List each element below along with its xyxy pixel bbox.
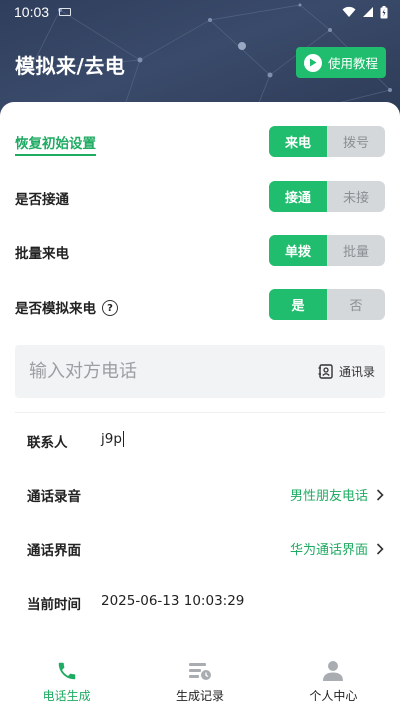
recording-selector[interactable]: 男性朋友电话 <box>290 485 384 504</box>
tab-label-phone-generate: 电话生成 <box>42 689 91 703</box>
answer-toggle[interactable]: 接通 未接 <box>269 181 385 212</box>
option-single[interactable]: 单拨 <box>269 235 327 266</box>
option-answered[interactable]: 接通 <box>269 181 327 212</box>
contact-label: 联系人 <box>27 435 68 451</box>
answer-label: 是否接通 <box>15 192 69 208</box>
interface-value: 华为通话界面 <box>289 543 368 558</box>
contacts-icon <box>318 364 333 379</box>
reset-settings-link[interactable]: 恢复初始设置 <box>15 132 96 156</box>
status-time: 10:03 <box>14 4 50 20</box>
simulate-label: 是否模拟来电 <box>15 301 96 317</box>
help-icon[interactable]: ? <box>102 300 118 316</box>
contacts-button[interactable]: 通讯录 <box>318 363 375 380</box>
signal-icon <box>363 7 373 17</box>
option-no[interactable]: 否 <box>327 289 385 320</box>
simulate-toggle[interactable]: 是 否 <box>269 289 385 320</box>
text-caret <box>122 431 124 447</box>
chevron-right-icon <box>376 542 384 555</box>
option-dial[interactable]: 拨号 <box>327 126 385 157</box>
tab-profile[interactable]: 个人中心 <box>267 652 400 712</box>
batch-label: 批量来电 <box>15 246 69 262</box>
battery-charging-icon <box>380 5 388 18</box>
tutorial-button[interactable]: 使用教程 <box>296 47 386 78</box>
interface-selector[interactable]: 华为通话界面 <box>290 539 384 558</box>
contact-value[interactable]: j9p <box>101 431 124 447</box>
option-yes[interactable]: 是 <box>269 289 327 320</box>
tutorial-button-label: 使用教程 <box>328 56 379 71</box>
tab-phone-generate[interactable]: 电话生成 <box>0 652 133 712</box>
wifi-icon <box>342 6 356 17</box>
simulate-label-wrap: 是否模拟来电? <box>15 297 118 317</box>
interface-label: 通话界面 <box>27 543 81 559</box>
play-icon <box>304 53 322 72</box>
bottom-tab-bar: 电话生成 生成记录 个人中心 <box>0 652 400 712</box>
main-card: 恢复初始设置 来电 拨号 是否接通 接通 未接 批量来电 单拨 批量 是否模拟来… <box>0 102 400 712</box>
recording-value: 男性朋友电话 <box>289 489 368 504</box>
time-label: 当前时间 <box>27 597 81 613</box>
phone-input-box: 通讯录 <box>15 345 385 398</box>
notification-icon <box>59 8 72 16</box>
contacts-label: 通讯录 <box>338 365 375 379</box>
tab-records[interactable]: 生成记录 <box>133 652 266 712</box>
batch-toggle[interactable]: 单拨 批量 <box>269 235 385 266</box>
tab-label-records: 生成记录 <box>175 689 224 703</box>
option-missed[interactable]: 未接 <box>327 181 385 212</box>
tab-label-profile: 个人中心 <box>309 689 358 703</box>
status-bar: 10:03 <box>0 0 400 24</box>
page-title: 模拟来/去电 <box>15 54 126 78</box>
phone-number-input[interactable] <box>29 361 318 382</box>
chevron-right-icon <box>376 488 384 501</box>
contact-value-text: j9p <box>101 431 122 447</box>
time-value: 2025-06-13 10:03:29 <box>101 593 245 609</box>
user-icon <box>323 661 344 681</box>
option-incoming[interactable]: 来电 <box>269 126 327 157</box>
recording-label: 通话录音 <box>27 489 81 505</box>
records-icon <box>188 663 211 680</box>
option-batch[interactable]: 批量 <box>327 235 385 266</box>
phone-icon <box>58 662 75 680</box>
divider <box>15 412 385 413</box>
call-type-toggle[interactable]: 来电 拨号 <box>269 126 385 157</box>
